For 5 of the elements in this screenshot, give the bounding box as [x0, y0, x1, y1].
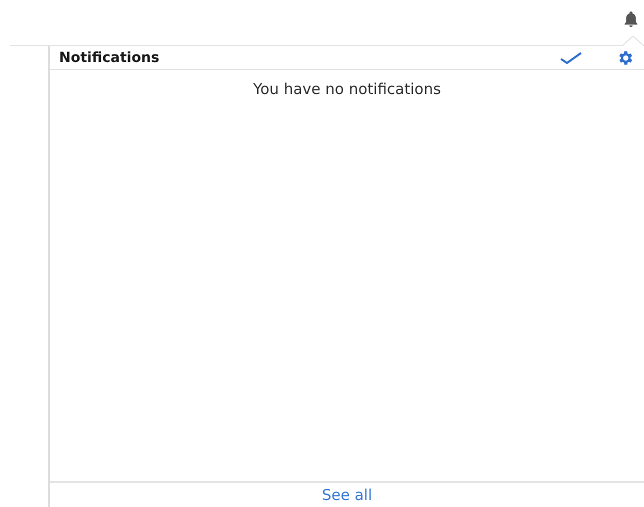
checkmark-icon[interactable]: [560, 50, 582, 64]
panel-title: Notifications: [59, 50, 160, 66]
notifications-bell-icon[interactable]: [622, 10, 640, 28]
see-all-link[interactable]: See all: [322, 486, 372, 504]
empty-message: You have no notifications: [253, 80, 441, 98]
